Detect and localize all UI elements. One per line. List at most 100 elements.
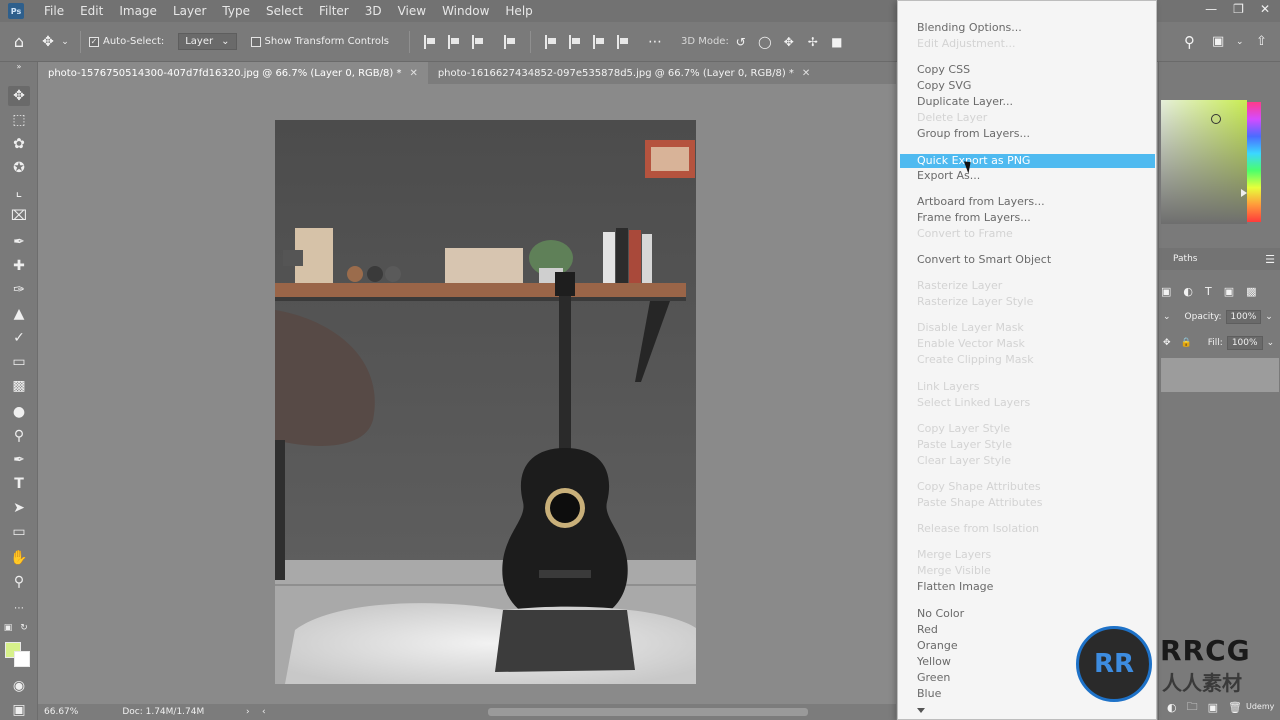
chevron-left-icon[interactable]: ‹ — [262, 707, 266, 717]
menu-view[interactable]: View — [390, 0, 434, 22]
show-transform-checkbox[interactable] — [250, 36, 261, 47]
menu-item-group-from-layers[interactable]: Group from Layers... — [917, 127, 1030, 141]
menu-image[interactable]: Image — [111, 0, 165, 22]
rectangle-tool-icon[interactable]: ▭ — [8, 522, 30, 542]
align-top-icon[interactable] — [544, 34, 557, 49]
menu-item-artboard-from-layers[interactable]: Artboard from Layers... — [917, 195, 1045, 209]
adjustment-layer-icon[interactable]: ◐ — [1167, 701, 1177, 714]
background-color-swatch[interactable] — [14, 651, 30, 667]
menu-file[interactable]: File — [36, 0, 72, 22]
healing-brush-tool-icon[interactable]: ✚ — [8, 256, 30, 276]
menu-item-frame-from-layers[interactable]: Frame from Layers... — [917, 211, 1031, 225]
menu-item-quick-export-png[interactable]: Quick Export as PNG — [917, 154, 1030, 168]
align-right-icon[interactable] — [471, 34, 484, 49]
menu-edit[interactable]: Edit — [72, 0, 111, 22]
folder-icon[interactable]: 🗀 — [1187, 698, 1198, 717]
menu-select[interactable]: Select — [258, 0, 311, 22]
menu-item-blue[interactable]: Blue — [917, 687, 941, 701]
menu-layer[interactable]: Layer — [165, 0, 214, 22]
tab-document-2[interactable]: photo-1616627434852-097e535878d5.jpg @ 6… — [428, 62, 820, 84]
lock-all-icon[interactable]: 🔒 — [1181, 338, 1192, 348]
path-selection-tool-icon[interactable]: ➤ — [8, 498, 30, 518]
quick-select-tool-icon[interactable]: ✪ — [8, 158, 30, 178]
color-picker-field[interactable] — [1161, 100, 1247, 224]
blur-tool-icon[interactable]: ● — [8, 402, 30, 422]
crop-tool-icon[interactable]: ⌞ — [8, 182, 30, 202]
fill-input[interactable]: 100% — [1226, 336, 1263, 350]
3d-slide-icon[interactable]: ✢ — [801, 35, 825, 49]
minimize-icon[interactable]: — — [1205, 2, 1217, 16]
pen-tool-icon[interactable]: ✒ — [8, 450, 30, 470]
menu-item-green[interactable]: Green — [917, 671, 950, 685]
align-center-icon[interactable] — [447, 34, 460, 49]
color-picker-cursor[interactable] — [1211, 114, 1221, 124]
type-filter-icon[interactable]: T — [1205, 285, 1212, 298]
move-tool-icon[interactable]: ✥ — [8, 86, 30, 106]
menu-help[interactable]: Help — [497, 0, 540, 22]
tab-paths[interactable]: Paths ☰ — [1159, 248, 1280, 270]
zoom-tool-icon[interactable]: ⚲ — [8, 572, 30, 592]
chevron-down-icon[interactable]: ⌄ — [1265, 312, 1273, 322]
close-tab-icon[interactable]: ✕ — [409, 68, 417, 79]
history-brush-tool-icon[interactable]: ✓ — [8, 328, 30, 348]
menu-type[interactable]: Type — [214, 0, 258, 22]
layer-row[interactable] — [1161, 358, 1279, 392]
document-image[interactable] — [275, 120, 696, 684]
eyedropper-tool-icon[interactable]: ✒ — [8, 232, 30, 252]
clone-stamp-tool-icon[interactable]: ▲ — [8, 304, 30, 324]
menu-item-red[interactable]: Red — [917, 623, 938, 637]
search-icon[interactable]: ⚲ — [1184, 33, 1195, 51]
close-tab-icon[interactable]: ✕ — [802, 68, 810, 79]
chevron-down-icon[interactable]: ⌄ — [1267, 338, 1275, 348]
adjustment-filter-icon[interactable]: ◐ — [1183, 285, 1193, 298]
align-bottom-icon[interactable] — [592, 34, 605, 49]
new-layer-icon[interactable]: ▣ — [1208, 701, 1218, 714]
dodge-tool-icon[interactable]: ⚲ — [8, 426, 30, 446]
move-tool-icon[interactable]: ✥ — [38, 34, 58, 50]
close-icon[interactable]: ✕ — [1260, 2, 1270, 16]
align-left-icon[interactable] — [423, 34, 436, 49]
shape-filter-icon[interactable]: ▣ — [1224, 285, 1234, 298]
default-colors-icon[interactable]: ▣ — [2, 622, 14, 634]
menu-item-convert-to-smart-object[interactable]: Convert to Smart Object — [917, 253, 1051, 267]
type-tool-icon[interactable]: T — [8, 474, 30, 494]
chevron-down-icon[interactable]: ⌄ — [58, 37, 72, 47]
canvas-area[interactable] — [38, 84, 896, 704]
chevron-down-icon[interactable]: ⌄ — [1236, 37, 1244, 47]
quick-mask-icon[interactable]: ◉ — [8, 676, 30, 696]
scroll-down-arrow-icon[interactable] — [917, 708, 925, 713]
panel-menu-icon[interactable]: ☰ — [1265, 253, 1275, 266]
3d-camera-icon[interactable]: ■ — [825, 35, 849, 49]
menu-item-blending-options[interactable]: Blending Options... — [917, 21, 1022, 35]
menu-item-yellow[interactable]: Yellow — [917, 655, 951, 669]
marquee-tool-icon[interactable]: ⬚ — [8, 110, 30, 130]
auto-select-checkbox[interactable]: ✓ — [89, 36, 99, 47]
chevron-down-icon[interactable]: ⌄ — [1163, 312, 1171, 322]
menu-3d[interactable]: 3D — [357, 0, 390, 22]
menu-item-duplicate-layer[interactable]: Duplicate Layer... — [917, 95, 1013, 109]
hand-tool-icon[interactable]: ✋ — [8, 548, 30, 568]
share-icon[interactable]: ⇧ — [1256, 34, 1267, 49]
menu-item-copy-css[interactable]: Copy CSS — [917, 63, 970, 77]
align-middle-icon[interactable] — [568, 34, 581, 49]
restore-icon[interactable]: ❐ — [1233, 2, 1244, 16]
3d-pan-icon[interactable]: ✥ — [777, 35, 801, 49]
more-options-icon[interactable]: ⋯ — [635, 34, 675, 50]
lasso-tool-icon[interactable]: ✿ — [8, 134, 30, 154]
more-tools-icon[interactable]: ⋯ — [8, 598, 30, 618]
opacity-input[interactable]: 100% — [1225, 310, 1262, 324]
zoom-level[interactable]: 66.67% — [44, 707, 78, 717]
eraser-tool-icon[interactable]: ▭ — [8, 352, 30, 372]
smart-object-filter-icon[interactable]: ▩ — [1246, 285, 1256, 298]
screen-mode-icon[interactable]: ▣ — [8, 700, 30, 720]
brush-tool-icon[interactable]: ✑ — [8, 280, 30, 300]
layer-select[interactable]: Layer ⌄ — [178, 33, 237, 50]
workspace-icon[interactable]: ▣ — [1212, 34, 1224, 49]
trash-icon[interactable]: 🗑 — [1228, 701, 1242, 714]
pixel-filter-icon[interactable]: ▣ — [1161, 285, 1171, 298]
distribute-vertical-icon[interactable] — [616, 34, 629, 49]
lock-position-icon[interactable]: ✥ — [1163, 338, 1171, 348]
hue-slider[interactable] — [1247, 102, 1261, 222]
menu-item-orange[interactable]: Orange — [917, 639, 958, 653]
collapse-icon[interactable]: » — [8, 62, 30, 71]
